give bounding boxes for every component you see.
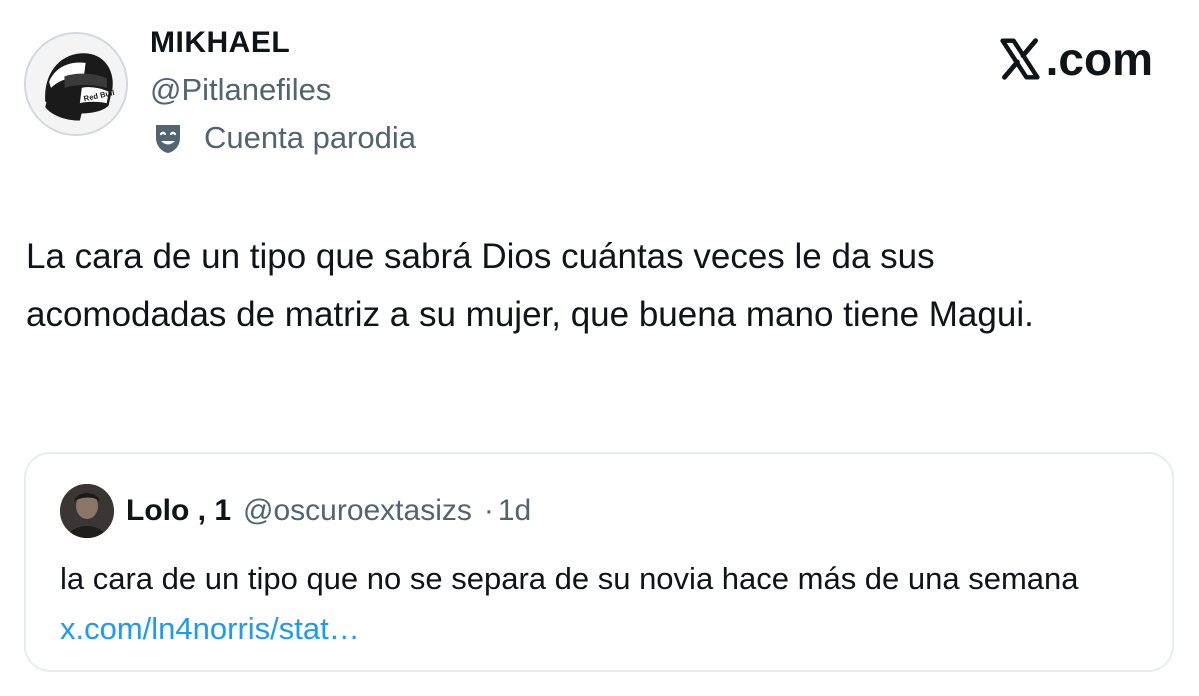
parody-label-text: Cuenta parodia — [204, 120, 416, 155]
user-photo-avatar — [60, 484, 114, 538]
xcom-logo-text: .com — [1045, 33, 1153, 85]
header-separator: · — [483, 494, 494, 527]
quoted-text-body: la cara de un tipo que no se separa de s… — [60, 561, 1079, 596]
theater-masks-icon — [156, 125, 180, 153]
author-avatar[interactable]: Red Bull — [24, 32, 128, 136]
tweet-text: La cara de un tipo que sabrá Dios cuánta… — [26, 237, 1034, 334]
xcom-logo: .com — [998, 32, 1153, 86]
quoted-tweet-header: Lolo , 1 @oscuroextasizs · 1d — [126, 494, 531, 528]
x-logo-icon — [1000, 38, 1040, 80]
quoted-tweet-time[interactable]: 1d — [498, 494, 531, 528]
quoted-tweet-card[interactable]: Lolo , 1 @oscuroextasizs · 1d la cara de… — [24, 452, 1174, 672]
author-name[interactable]: MIKHAEL — [150, 26, 290, 60]
parody-account-label: Cuenta parodia — [150, 120, 416, 156]
quoted-user-handle[interactable]: @oscuroextasizs — [243, 494, 472, 528]
quoted-tweet-link[interactable]: x.com/ln4norris/stat… — [60, 611, 360, 646]
quoted-user-name[interactable]: Lolo , 1 — [126, 494, 231, 528]
quoted-tweet-text: la cara de un tipo que no se separa de s… — [60, 554, 1150, 654]
author-handle[interactable]: @Pitlanefiles — [150, 72, 331, 108]
racing-helmet-icon: Red Bull — [26, 34, 126, 134]
quoted-user-avatar[interactable] — [60, 484, 114, 538]
